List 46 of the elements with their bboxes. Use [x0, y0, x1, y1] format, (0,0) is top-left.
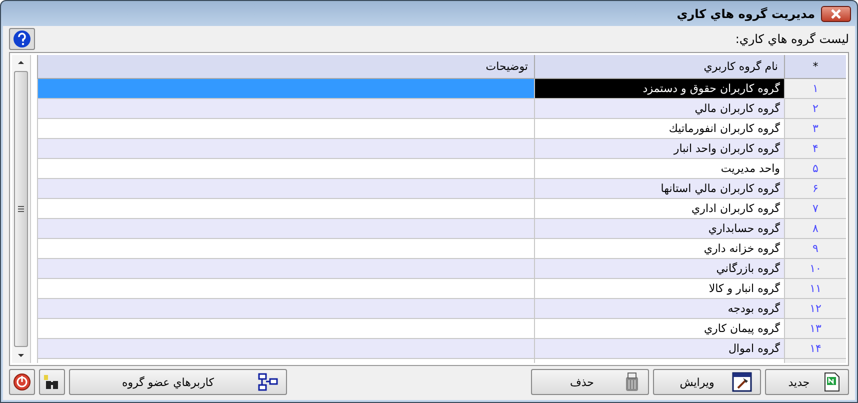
- exit-button[interactable]: [9, 369, 35, 395]
- close-button[interactable]: [821, 6, 851, 22]
- table-cell[interactable]: گروه اموال: [534, 339, 784, 359]
- table-cell[interactable]: گروه کاربران مالي: [534, 99, 784, 119]
- list-label: ليست گروه هاي کاري:: [735, 32, 849, 46]
- table-cell[interactable]: گروه حسابداري: [534, 219, 784, 239]
- row-number: ۱: [784, 79, 846, 99]
- column-header[interactable]: *: [784, 55, 846, 79]
- row-number: ۱۳: [784, 319, 846, 339]
- new-document-icon: [824, 372, 840, 392]
- table-cell[interactable]: گروه کاربران حقوق و دستمزد: [534, 79, 784, 99]
- help-icon: [13, 30, 31, 48]
- help-button[interactable]: [9, 28, 35, 50]
- table-cell[interactable]: گروه کاربران واحد انبار: [534, 139, 784, 159]
- trash-icon: [624, 372, 640, 392]
- row-number: ۴: [784, 139, 846, 159]
- table-cell[interactable]: گروه بودجه: [534, 299, 784, 319]
- scrollbar-thumb[interactable]: [14, 71, 28, 347]
- row-number: ۹: [784, 239, 846, 259]
- close-icon: [830, 8, 842, 18]
- row-number: ۱۱: [784, 279, 846, 299]
- binoculars-icon: [43, 374, 61, 390]
- column-header[interactable]: توضيحات: [37, 55, 534, 79]
- row-number: ۱۲: [784, 299, 846, 319]
- table-cell[interactable]: گروه کاربران مالي استانها: [534, 179, 784, 199]
- table-cell[interactable]: گروه بازرگاني: [534, 259, 784, 279]
- row-number: ۲: [784, 99, 846, 119]
- edit-icon: [732, 372, 752, 392]
- row-number: ۱۰: [784, 259, 846, 279]
- row-number: ۵: [784, 159, 846, 179]
- row-number: ۳: [784, 119, 846, 139]
- tree-icon: [258, 373, 278, 391]
- window-title: مديريت گروه هاي کاري: [676, 6, 815, 20]
- row-number: ۷: [784, 199, 846, 219]
- column-header[interactable]: نام گروه کاربري: [534, 55, 784, 79]
- row-number: ۶: [784, 179, 846, 199]
- scrollbar[interactable]: [12, 55, 31, 363]
- grip-icon: [18, 206, 24, 212]
- row-number: ۱۴: [784, 339, 846, 359]
- new-button[interactable]: جديد: [765, 369, 849, 395]
- row-number: ۸: [784, 219, 846, 239]
- delete-button[interactable]: حذف: [531, 369, 649, 395]
- members-button[interactable]: کاربرهاي عضو گروه: [69, 369, 287, 395]
- power-icon: [13, 373, 31, 391]
- edit-button[interactable]: ويرايش: [653, 369, 761, 395]
- find-button[interactable]: [39, 369, 65, 395]
